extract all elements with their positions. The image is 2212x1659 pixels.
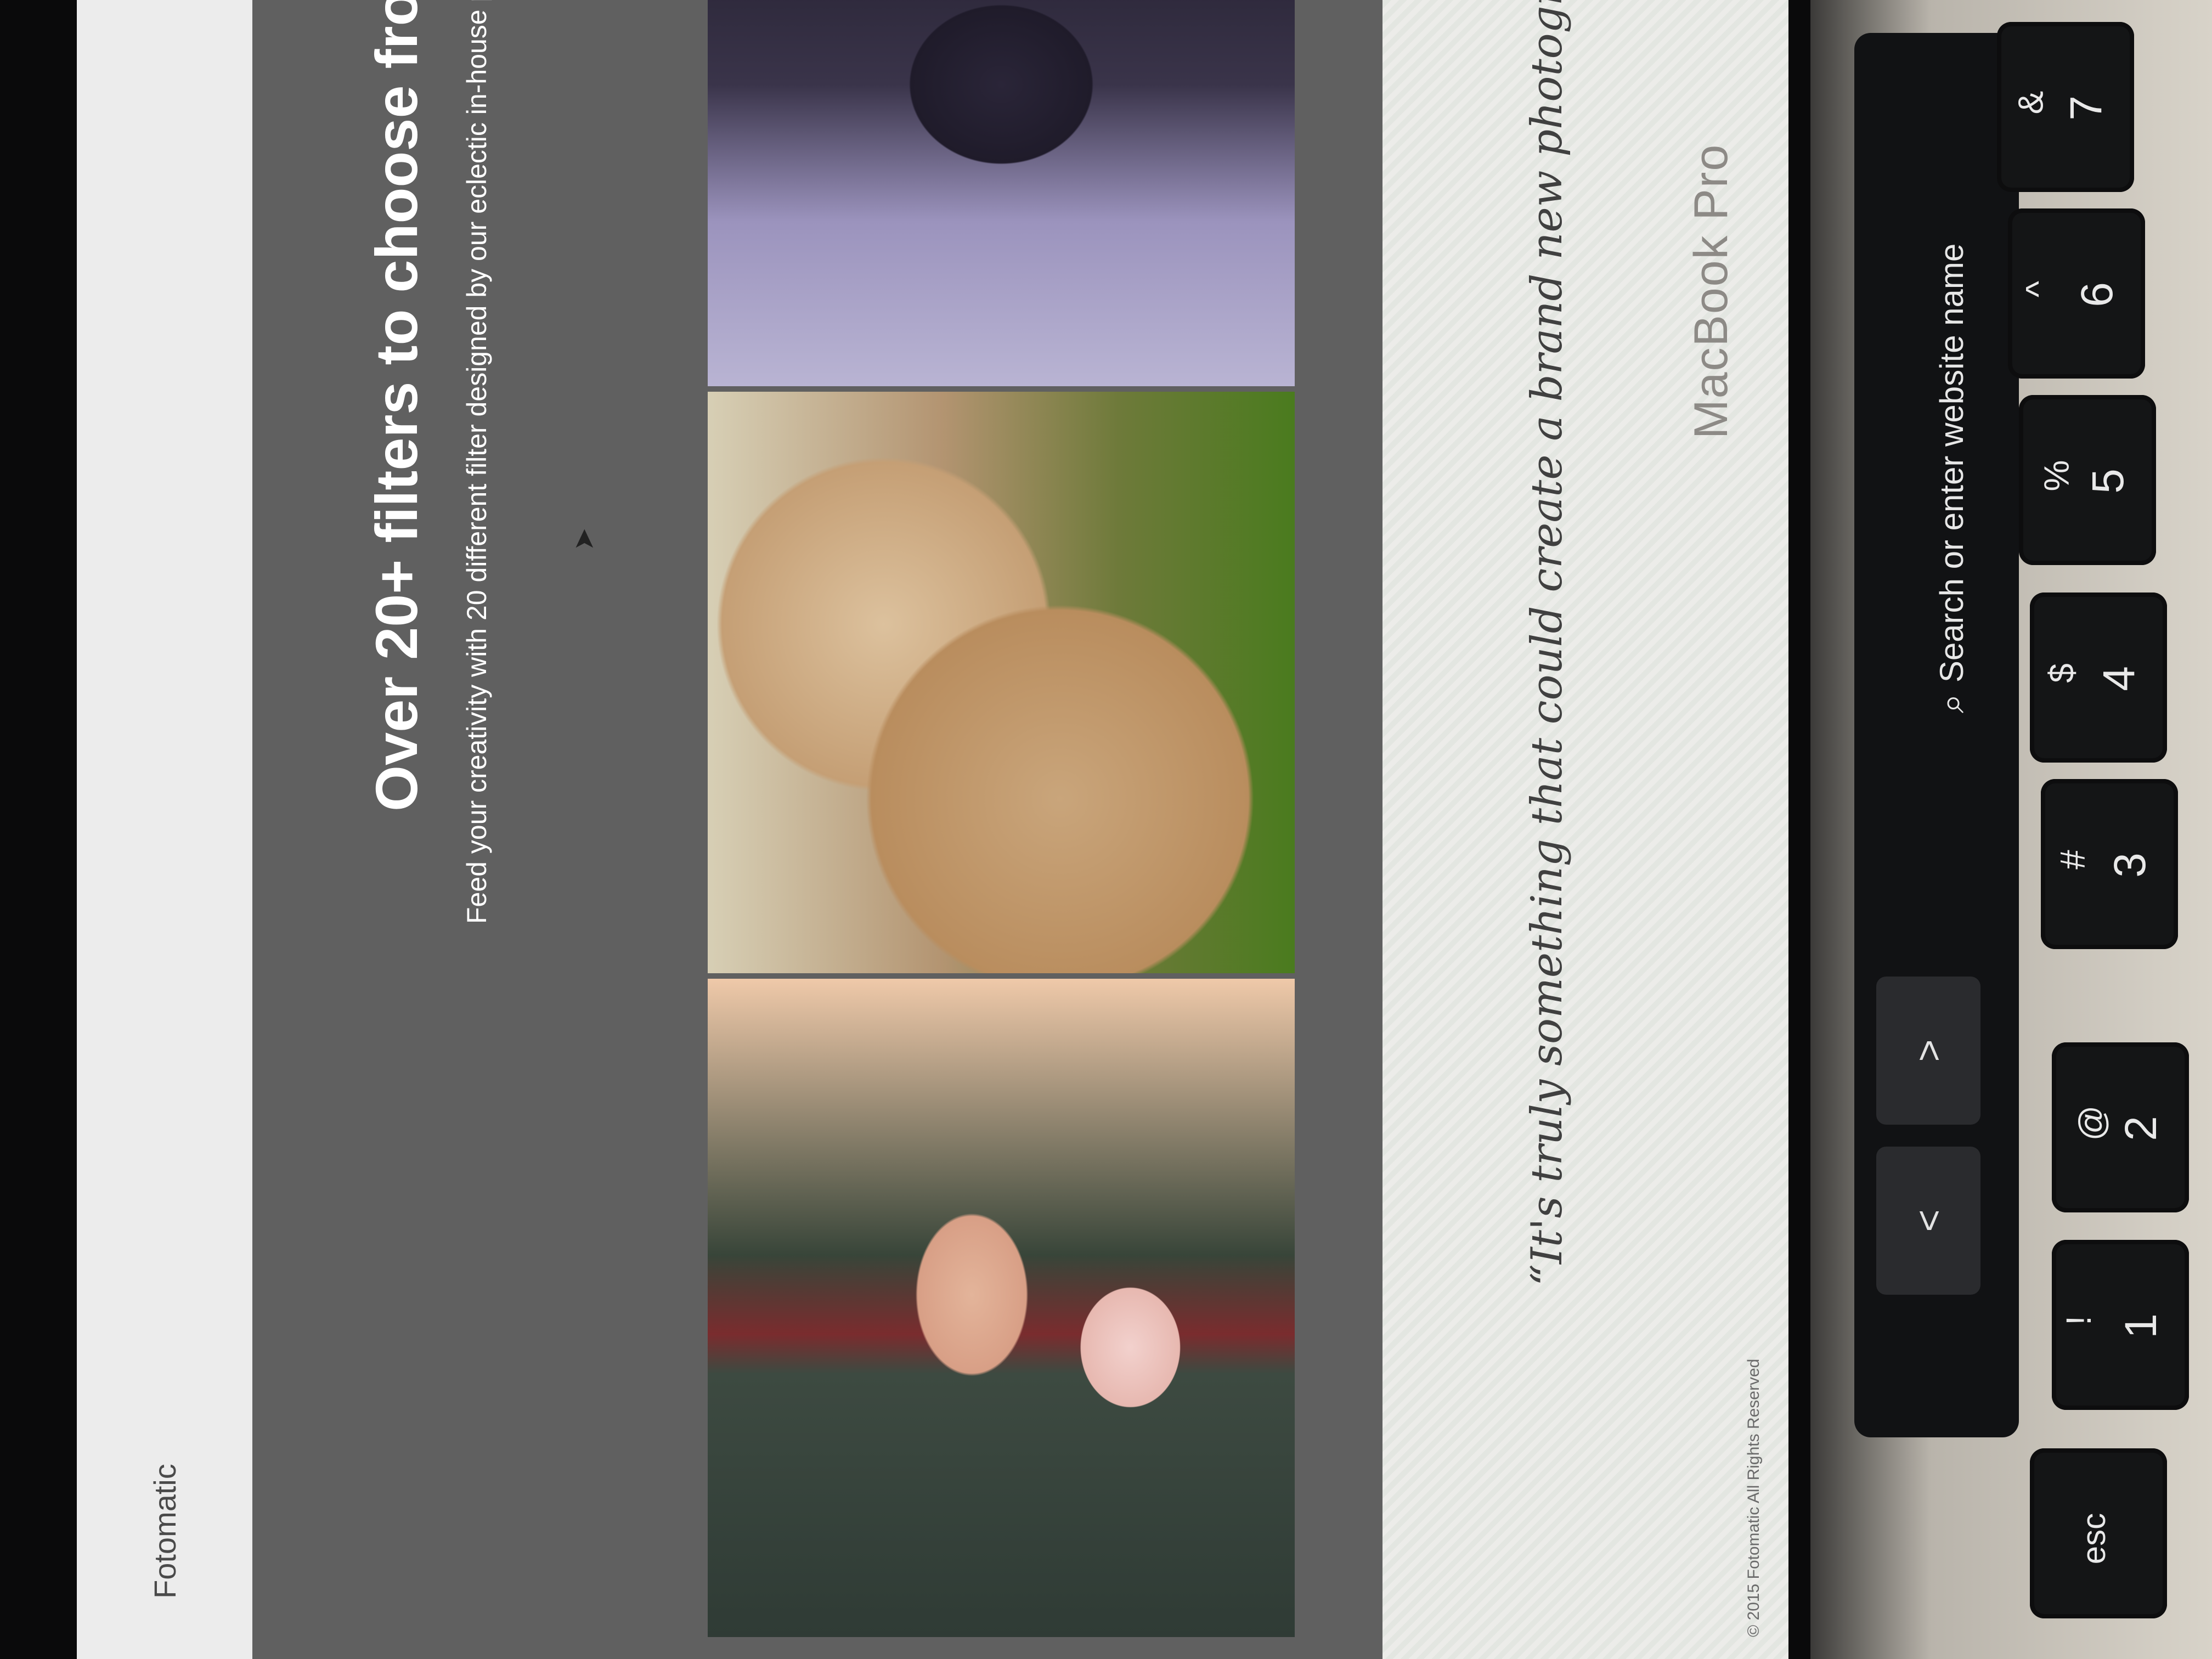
photo-scene: Fotomatic Over 20+ filters to choose fro… [0, 0, 2212, 1659]
touchbar-forward-button[interactable]: > [1876, 977, 1980, 1125]
laptop-screen: Fotomatic Over 20+ filters to choose fro… [77, 0, 1788, 1659]
key-5[interactable]: % 5 [2019, 395, 2156, 565]
copyright-text: © 2015 Fotomatic All Rights Reserved [1745, 1358, 1763, 1637]
key-2[interactable]: @ 2 [2052, 1042, 2189, 1212]
key-4[interactable]: $ 4 [2030, 592, 2167, 763]
touchbar-back-button[interactable]: < [1876, 1147, 1980, 1295]
mouse-cursor-icon: ➤ [568, 528, 599, 551]
photo-rose-jacket[interactable] [708, 979, 1295, 1637]
photo-blossom-tree[interactable] [708, 392, 1295, 973]
testimonial-quote: “It's truly something that could create … [1522, 0, 1572, 1286]
site-header: Fotomatic [77, 0, 252, 1659]
search-icon: ⌕ [1932, 693, 1971, 713]
site-logo[interactable]: Fotomatic [147, 1464, 183, 1599]
filters-headline: Over 20+ filters to choose from [363, 0, 430, 811]
laptop-brand-label: MacBook Pro [1685, 143, 1737, 439]
chevron-left-icon: < [1906, 1209, 1950, 1232]
photo-camera-portrait[interactable] [708, 0, 1295, 386]
key-1[interactable]: ! 1 [2052, 1240, 2189, 1410]
filters-subline: Feed your creativity with 20 different f… [461, 0, 492, 924]
chevron-right-icon: > [1906, 1039, 1950, 1062]
touchbar-search-label: Search or enter website name [1933, 243, 1970, 683]
webpage: Fotomatic Over 20+ filters to choose fro… [77, 0, 1788, 1659]
key-7[interactable]: & 7 [1997, 22, 2134, 192]
keyboard: esc ! 1 @ 2 # 3 $ 4 % 5 ^ 6 & 7 [1997, 0, 2212, 1659]
key-3[interactable]: # 3 [2041, 779, 2178, 949]
key-esc[interactable]: esc [2030, 1448, 2167, 1618]
filters-section: Over 20+ filters to choose from Feed you… [252, 0, 1383, 1659]
touchbar-search-field[interactable]: ⌕ Search or enter website name [1931, 244, 1972, 713]
key-6[interactable]: ^ 6 [2008, 208, 2145, 379]
